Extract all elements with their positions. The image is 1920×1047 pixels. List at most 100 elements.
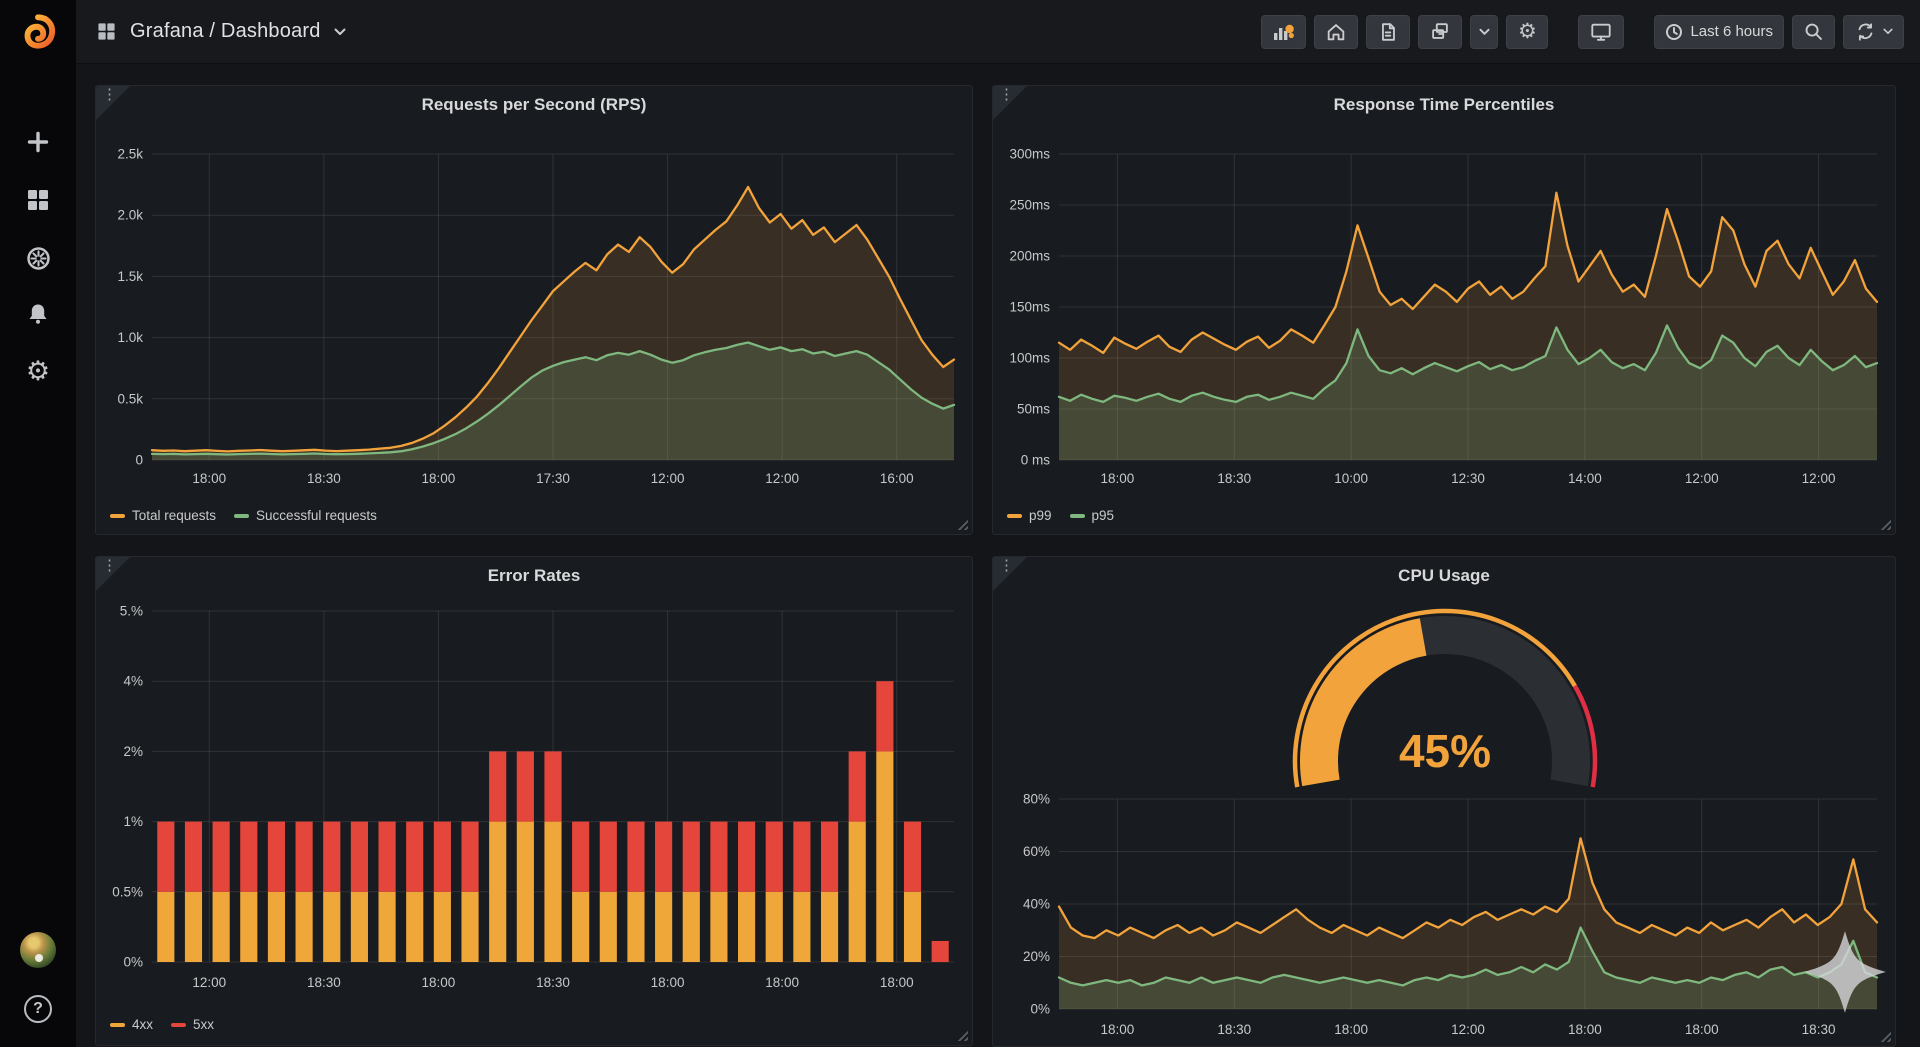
svg-text:200ms: 200ms bbox=[1009, 249, 1050, 264]
panel-resize-handle[interactable] bbox=[957, 1030, 968, 1041]
svg-text:1%: 1% bbox=[123, 814, 143, 829]
svg-text:100ms: 100ms bbox=[1009, 351, 1050, 366]
gauge-value: 45% bbox=[1399, 725, 1491, 777]
sidebar-item-explore[interactable] bbox=[0, 238, 76, 278]
breadcrumb-caret-icon[interactable] bbox=[334, 28, 346, 36]
svg-text:250ms: 250ms bbox=[1009, 198, 1050, 213]
sidebar-item-alerting[interactable] bbox=[0, 294, 76, 334]
panel-resize-handle[interactable] bbox=[957, 519, 968, 530]
svg-text:14:00: 14:00 bbox=[1568, 471, 1602, 486]
sidebar-item-dashboards[interactable] bbox=[0, 180, 76, 220]
cpu-usage-chart[interactable]: 80%60%40%20%0%18:0018:3018:0012:0018:001… bbox=[1003, 789, 1887, 1047]
svg-text:60%: 60% bbox=[1023, 844, 1050, 859]
panel-title[interactable]: Error Rates bbox=[96, 566, 972, 586]
panel-title[interactable]: Response Time Percentiles bbox=[993, 95, 1895, 115]
cycle-view-button[interactable] bbox=[1578, 15, 1624, 49]
svg-text:12:00: 12:00 bbox=[1685, 471, 1719, 486]
dashboard-title[interactable]: Grafana / Dashboard bbox=[130, 20, 321, 43]
svg-text:18:00: 18:00 bbox=[422, 975, 456, 990]
response-time-chart[interactable]: 300ms250ms200ms150ms100ms50ms0 ms18:0018… bbox=[1003, 118, 1887, 494]
toolbar: ⚙ Last 6 hours bbox=[1261, 15, 1904, 49]
svg-text:18:30: 18:30 bbox=[307, 975, 341, 990]
svg-text:12:00: 12:00 bbox=[765, 471, 799, 486]
svg-text:18:00: 18:00 bbox=[422, 471, 456, 486]
legend-item[interactable]: Total requests bbox=[110, 508, 216, 523]
grafana-logo[interactable] bbox=[0, 0, 76, 64]
svg-text:18:00: 18:00 bbox=[1334, 1022, 1368, 1037]
time-range-button[interactable]: Last 6 hours bbox=[1654, 15, 1784, 49]
svg-text:0 ms: 0 ms bbox=[1021, 453, 1051, 468]
svg-text:18:00: 18:00 bbox=[880, 975, 914, 990]
svg-text:10:00: 10:00 bbox=[1334, 471, 1368, 486]
svg-text:12:00: 12:00 bbox=[1451, 1022, 1485, 1037]
panel-options-caret-button[interactable] bbox=[1470, 15, 1498, 49]
dashboard-grid-icon bbox=[96, 21, 117, 42]
sidebar: ⚙ ? bbox=[0, 0, 76, 1047]
legend-item[interactable]: 4xx bbox=[110, 1017, 153, 1032]
panel-menu-icon[interactable]: ⋮ bbox=[102, 87, 117, 103]
analytics-button[interactable] bbox=[1261, 15, 1306, 49]
search-button[interactable] bbox=[1792, 15, 1835, 49]
legend-item[interactable]: p99 bbox=[1007, 508, 1052, 523]
caret-down-icon bbox=[1883, 28, 1893, 35]
svg-text:2.0k: 2.0k bbox=[117, 208, 143, 223]
header-bar: Grafana / Dashboard bbox=[76, 0, 1920, 64]
panel-menu-icon[interactable]: ⋮ bbox=[102, 558, 117, 574]
svg-text:12:00: 12:00 bbox=[651, 471, 685, 486]
search-icon bbox=[1803, 21, 1824, 42]
legend-item[interactable]: p95 bbox=[1070, 508, 1115, 523]
monitor-icon bbox=[1589, 21, 1613, 43]
svg-text:1.0k: 1.0k bbox=[117, 330, 143, 345]
panel-title[interactable]: Requests per Second (RPS) bbox=[96, 95, 972, 115]
svg-text:0%: 0% bbox=[123, 955, 143, 970]
gear-icon: ⚙ bbox=[26, 358, 50, 385]
sidebar-item-create[interactable] bbox=[0, 122, 76, 162]
user-profile-button[interactable] bbox=[0, 930, 76, 970]
export-button[interactable] bbox=[1366, 15, 1410, 49]
svg-text:18:00: 18:00 bbox=[192, 471, 226, 486]
plus-icon bbox=[25, 129, 51, 155]
svg-text:17:30: 17:30 bbox=[536, 471, 570, 486]
panel-resize-handle[interactable] bbox=[1880, 519, 1891, 530]
svg-text:18:00: 18:00 bbox=[765, 975, 799, 990]
user-avatar bbox=[20, 932, 56, 968]
save-dashboard-button[interactable] bbox=[1418, 15, 1462, 49]
bar-chart-icon bbox=[1272, 22, 1295, 42]
svg-text:18:00: 18:00 bbox=[1101, 471, 1135, 486]
dashboard-settings-button[interactable]: ⚙ bbox=[1506, 15, 1548, 49]
svg-text:150ms: 150ms bbox=[1009, 300, 1050, 315]
svg-text:40%: 40% bbox=[1023, 897, 1050, 912]
gear-icon: ⚙ bbox=[1518, 21, 1537, 42]
breadcrumb: Grafana / Dashboard bbox=[96, 20, 346, 43]
home-button[interactable] bbox=[1314, 15, 1358, 49]
legend: 4xx 5xx bbox=[110, 1017, 214, 1032]
legend: p99 p95 bbox=[1007, 508, 1114, 523]
explore-compass-icon bbox=[25, 245, 52, 272]
svg-text:0: 0 bbox=[135, 453, 143, 468]
panel-title[interactable]: CPU Usage bbox=[993, 566, 1895, 586]
sidebar-item-help[interactable]: ? bbox=[0, 989, 76, 1029]
legend: Total requests Successful requests bbox=[110, 508, 377, 523]
svg-text:50ms: 50ms bbox=[1017, 402, 1050, 417]
home-icon bbox=[1325, 21, 1347, 43]
svg-text:80%: 80% bbox=[1023, 792, 1050, 807]
legend-item[interactable]: Successful requests bbox=[234, 508, 377, 523]
panel-menu-icon[interactable]: ⋮ bbox=[999, 87, 1014, 103]
rps-chart[interactable]: 2.5k2.0k1.5k1.0k0.5k018:0018:3018:0017:3… bbox=[106, 118, 964, 494]
error-rates-chart[interactable]: 5.%4%2%1%0.5%0%12:0018:3018:0018:3018:00… bbox=[106, 597, 964, 1009]
legend-item[interactable]: 5xx bbox=[171, 1017, 214, 1032]
refresh-icon bbox=[1854, 21, 1876, 43]
svg-text:18:00: 18:00 bbox=[651, 975, 685, 990]
svg-text:18:00: 18:00 bbox=[1101, 1022, 1135, 1037]
refresh-button[interactable] bbox=[1843, 15, 1904, 49]
svg-text:18:30: 18:30 bbox=[1217, 471, 1251, 486]
panel-response-time: ⋮ Response Time Percentiles 300ms250ms20… bbox=[992, 85, 1896, 535]
panel-cpu-usage: ⋮ CPU Usage 45% 80%60%40%20%0%18:0018:30… bbox=[992, 556, 1896, 1047]
cpu-gauge[interactable]: 45% bbox=[1235, 605, 1655, 805]
panel-menu-icon[interactable]: ⋮ bbox=[999, 558, 1014, 574]
panel-rps: ⋮ Requests per Second (RPS) 2.5k2.0k1.5k… bbox=[95, 85, 973, 535]
clock-icon bbox=[1665, 23, 1683, 41]
sidebar-item-configuration[interactable]: ⚙ bbox=[0, 351, 76, 391]
time-range-label: Last 6 hours bbox=[1690, 23, 1773, 40]
svg-text:18:30: 18:30 bbox=[307, 471, 341, 486]
